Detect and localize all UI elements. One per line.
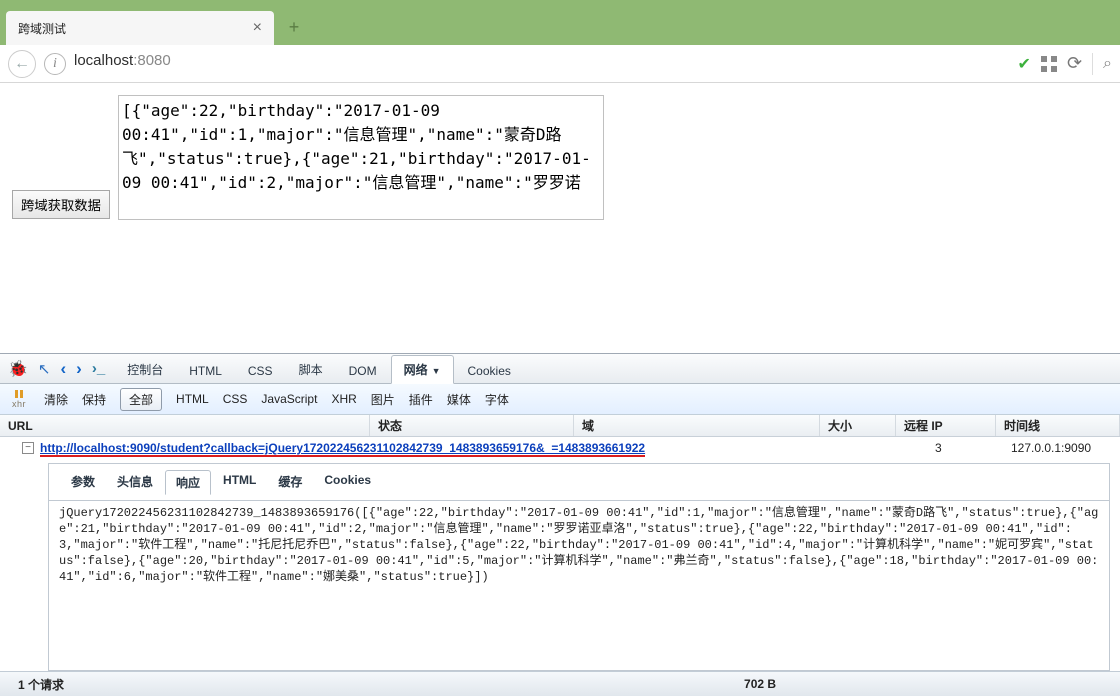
detail-tabs: 参数 头信息 响应 HTML 缓存 Cookies <box>49 464 1109 501</box>
filter-font[interactable]: 字体 <box>485 391 509 408</box>
url-bar: ← i localhost:8080 ✔ ⟳ ⌕ <box>0 45 1120 83</box>
page-content: 跨域获取数据 <box>0 83 1120 353</box>
response-body[interactable]: jQuery172022456231102842739_148389365917… <box>49 500 1109 595</box>
network-filter-bar: xhr 清除 保持 全部 HTML CSS JavaScript XHR 图片 … <box>0 384 1120 415</box>
browser-tab[interactable]: 跨域测试 × <box>6 11 274 45</box>
tab-script[interactable]: 脚本 <box>287 356 335 383</box>
filter-css[interactable]: CSS <box>223 392 248 406</box>
persist-button[interactable]: 保持 <box>82 391 106 408</box>
fetch-cross-origin-button[interactable]: 跨域获取数据 <box>12 190 110 219</box>
console-icon[interactable]: ›_ <box>92 360 105 377</box>
browser-tab-strip: 跨域测试 × + <box>0 0 1120 45</box>
request-url-text: http://localhost:9090/student?callback=j… <box>40 441 645 457</box>
back-button[interactable]: ← <box>8 50 36 78</box>
request-count: 1 个请求 <box>18 676 64 693</box>
detail-tab-response[interactable]: 响应 <box>165 470 211 495</box>
detail-tab-headers[interactable]: 头信息 <box>107 470 163 495</box>
nav-next-icon[interactable]: › <box>76 359 82 379</box>
divider <box>1092 53 1093 75</box>
tab-css[interactable]: CSS <box>236 359 285 383</box>
site-info-icon[interactable]: i <box>44 53 66 75</box>
filter-plugin[interactable]: 插件 <box>409 391 433 408</box>
transferred-bytes: 702 B <box>744 677 776 691</box>
detail-tab-params[interactable]: 参数 <box>61 470 105 495</box>
refresh-icon[interactable]: ⟳ <box>1067 53 1082 74</box>
result-textarea[interactable] <box>118 95 604 220</box>
tab-network-label: 网络 <box>404 363 428 377</box>
detail-tab-cache[interactable]: 缓存 <box>268 470 312 495</box>
col-status[interactable]: 状态 <box>370 415 574 436</box>
qr-icon[interactable] <box>1041 56 1057 72</box>
firebug-icon[interactable]: 🐞 <box>8 359 28 379</box>
cell-timeline <box>1103 437 1120 459</box>
filter-image[interactable]: 图片 <box>371 391 395 408</box>
browser-tab-title: 跨域测试 <box>18 20 253 37</box>
nav-prev-icon[interactable]: ‹ <box>61 359 67 379</box>
request-url-link[interactable]: http://localhost:9090/student?callback=j… <box>40 441 645 455</box>
col-size[interactable]: 大小 <box>820 415 896 436</box>
filter-js[interactable]: JavaScript <box>261 392 317 406</box>
col-domain[interactable]: 域 <box>574 415 820 436</box>
pause-capture-icon[interactable]: xhr <box>8 390 30 409</box>
filter-media[interactable]: 媒体 <box>447 391 471 408</box>
cell-size: 3 <box>927 437 1003 459</box>
cell-remote-ip: 127.0.0.1:9090 <box>1003 437 1103 459</box>
search-icon[interactable]: ⌕ <box>1103 55 1112 73</box>
col-timeline[interactable]: 时间线 <box>996 415 1120 436</box>
col-remote-ip[interactable]: 远程 IP <box>896 415 996 436</box>
col-url[interactable]: URL <box>0 415 370 436</box>
request-detail-panel: 参数 头信息 响应 HTML 缓存 Cookies jQuery17202245… <box>48 463 1110 671</box>
url-host: localhost <box>74 52 133 69</box>
new-tab-button[interactable]: + <box>284 17 304 37</box>
tab-console[interactable]: 控制台 <box>115 356 175 383</box>
tab-dom[interactable]: DOM <box>337 359 389 383</box>
tab-cookies[interactable]: Cookies <box>456 359 523 383</box>
tab-html[interactable]: HTML <box>177 359 234 383</box>
request-row[interactable]: − http://localhost:9090/student?callback… <box>0 437 1120 459</box>
element-picker-icon[interactable]: ↖ <box>38 360 51 378</box>
collapse-icon[interactable]: − <box>22 442 34 454</box>
close-tab-icon[interactable]: × <box>253 19 262 37</box>
detail-tab-cookies[interactable]: Cookies <box>314 470 381 495</box>
network-column-headers: URL 状态 域 大小 远程 IP 时间线 <box>0 415 1120 437</box>
devtools-status-bar: 1 个请求 702 B <box>0 671 1120 696</box>
detail-tab-html[interactable]: HTML <box>213 470 266 495</box>
url-port: :8080 <box>133 52 171 69</box>
chevron-down-icon: ▼ <box>432 366 441 376</box>
tab-network[interactable]: 网络 ▼ <box>391 355 454 384</box>
filter-all[interactable]: 全部 <box>120 388 162 411</box>
filter-xhr[interactable]: XHR <box>331 392 356 406</box>
devtools-toolbar: 🐞 ↖ ‹ › ›_ 控制台 HTML CSS 脚本 DOM 网络 ▼ Cooki… <box>0 354 1120 384</box>
address-input[interactable]: localhost:8080 <box>74 52 1010 76</box>
security-shield-icon[interactable]: ✔ <box>1018 54 1031 74</box>
filter-html[interactable]: HTML <box>176 392 209 406</box>
clear-button[interactable]: 清除 <box>44 391 68 408</box>
devtools-panel: 🐞 ↖ ‹ › ›_ 控制台 HTML CSS 脚本 DOM 网络 ▼ Cooki… <box>0 353 1120 696</box>
